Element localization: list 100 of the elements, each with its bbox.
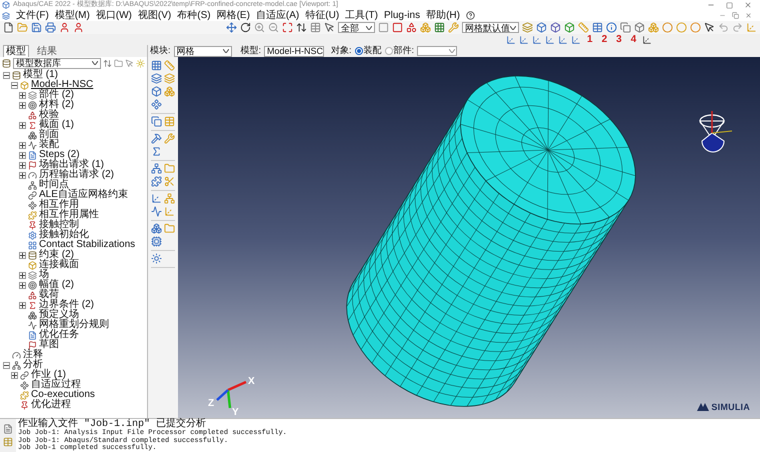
box-icon[interactable] xyxy=(536,22,547,33)
tree-item[interactable]: 连接截面 xyxy=(39,260,79,270)
expand-toggle[interactable] xyxy=(19,142,26,148)
puzzle-icon[interactable] xyxy=(151,176,162,187)
tree-item[interactable]: 相互作用 xyxy=(39,200,79,210)
tree-item[interactable]: 载荷 xyxy=(39,290,59,300)
menu-item[interactable]: Plug-ins xyxy=(384,10,420,21)
tree-item[interactable]: Model-H-NSC xyxy=(31,80,94,90)
tree-item[interactable]: 接触控制 xyxy=(39,220,79,230)
tree-item[interactable]: Co-executions xyxy=(31,390,95,400)
shapes-icon[interactable] xyxy=(406,22,417,33)
grid-icon[interactable] xyxy=(434,22,445,33)
tree-filter-dropdown[interactable]: 模型数据库 xyxy=(13,58,101,68)
table-icon[interactable] xyxy=(592,22,603,33)
circle-icon[interactable] xyxy=(662,22,673,33)
activity-icon[interactable] xyxy=(151,206,162,217)
tree-item[interactable]: 材料 (2) xyxy=(39,100,74,110)
boxes-icon[interactable] xyxy=(151,223,162,234)
collapse-toggle[interactable] xyxy=(3,362,10,368)
database-icon[interactable] xyxy=(2,58,11,68)
tree-item[interactable]: 剖面 xyxy=(39,130,59,140)
expand-toggle[interactable] xyxy=(19,92,26,98)
layers-icon[interactable] xyxy=(151,73,162,84)
menu-item[interactable]: 视口(W) xyxy=(96,10,132,21)
tree-item[interactable]: 历程输出请求 (2) xyxy=(39,170,114,180)
menu-item[interactable]: 布种(S) xyxy=(177,10,211,21)
axis-icon[interactable] xyxy=(151,193,162,204)
tree-item[interactable]: 优化进程 xyxy=(31,400,71,410)
save-icon[interactable] xyxy=(31,22,42,33)
hammer-icon[interactable] xyxy=(151,133,162,144)
selection-filter-dropdown[interactable]: 全部 xyxy=(338,22,375,33)
square-icon[interactable] xyxy=(392,22,403,33)
tree-item[interactable]: Steps (2) xyxy=(39,150,80,160)
tree-item[interactable]: 约束 (2) xyxy=(39,250,74,260)
zoom-out-icon[interactable] xyxy=(268,22,280,33)
person-icon[interactable] xyxy=(59,22,70,33)
tree-item[interactable]: 网格重划分规则 xyxy=(39,320,109,330)
expand-toggle[interactable] xyxy=(19,302,26,308)
person-icon[interactable] xyxy=(73,22,84,33)
square-icon[interactable] xyxy=(378,22,389,33)
tree-item[interactable]: ALE自适应网格约束 xyxy=(39,190,128,200)
sun-icon[interactable] xyxy=(151,253,162,264)
help-icon[interactable] xyxy=(466,11,475,20)
tree-item[interactable]: 场输出请求 (1) xyxy=(39,160,104,170)
copy-icon[interactable] xyxy=(620,22,631,33)
view-axis-icon[interactable] xyxy=(558,34,568,44)
component-icon[interactable] xyxy=(151,99,162,110)
tree-item[interactable]: 作业 (1) xyxy=(31,370,66,380)
arrows-icon[interactable] xyxy=(296,22,308,33)
view-button[interactable]: 3 xyxy=(613,34,625,44)
tree-item[interactable]: 注释 xyxy=(23,350,43,360)
expand-toggle[interactable] xyxy=(19,102,26,108)
box-icon[interactable] xyxy=(151,86,162,97)
pointer-icon[interactable] xyxy=(324,22,336,33)
tree-item[interactable]: 部件 (2) xyxy=(39,90,74,100)
info-icon[interactable] xyxy=(606,22,617,33)
console-icon[interactable] xyxy=(3,437,13,447)
menu-item[interactable]: 工具(T) xyxy=(345,10,378,21)
box-icon[interactable] xyxy=(634,22,645,33)
tree-item[interactable]: 相互作用属性 xyxy=(39,210,99,220)
sort-icon[interactable] xyxy=(103,58,112,68)
menu-app-icon[interactable] xyxy=(2,12,10,20)
tree-item[interactable]: Contact Stabilizations xyxy=(39,240,136,250)
expand-toggle[interactable] xyxy=(11,372,18,378)
collapse-toggle[interactable] xyxy=(3,72,10,78)
panel-tab[interactable]: 模型 xyxy=(3,45,29,57)
box-icon[interactable] xyxy=(550,22,561,33)
radio-button[interactable] xyxy=(354,47,363,55)
view-button[interactable]: 2 xyxy=(598,34,610,44)
expand-toggle[interactable] xyxy=(19,282,26,288)
tree-item[interactable]: 草图 xyxy=(39,340,59,350)
view-button[interactable]: 1 xyxy=(584,34,596,44)
expand-toggle[interactable] xyxy=(19,122,26,128)
menu-item[interactable]: 帮助(H) xyxy=(426,10,460,21)
tree-item[interactable]: 优化任务 xyxy=(39,330,79,340)
module-dropdown[interactable]: 网格 xyxy=(174,46,232,56)
collapse-toggle[interactable] xyxy=(11,82,18,88)
menu-item[interactable]: 视图(V) xyxy=(138,10,172,21)
mesh-defaults-dropdown[interactable]: 网格默认值 xyxy=(462,22,519,33)
expand-toggle[interactable] xyxy=(19,172,26,178)
grid-icon[interactable] xyxy=(151,60,162,71)
tree-item[interactable]: 预定义场 xyxy=(39,310,79,320)
menu-item[interactable]: 自适应(A) xyxy=(256,10,300,21)
copy-icon[interactable] xyxy=(151,116,162,127)
new-file-icon[interactable] xyxy=(3,22,14,33)
tree-item[interactable]: 自适应过程 xyxy=(31,380,81,390)
printer-icon[interactable] xyxy=(45,22,56,33)
tree-item[interactable]: 装配 xyxy=(39,140,59,150)
move-icon[interactable] xyxy=(226,22,238,33)
maximize-icon[interactable] xyxy=(726,2,733,8)
model-dropdown[interactable]: Model-H-NSC xyxy=(264,46,324,56)
tree-item[interactable]: 接触初始化 xyxy=(39,230,89,240)
menu-item[interactable]: 网格(E) xyxy=(216,10,250,21)
view-axis-icon[interactable] xyxy=(532,34,542,44)
view-axis-icon[interactable] xyxy=(642,34,652,44)
close-icon[interactable] xyxy=(744,1,752,9)
view-axis-icon[interactable] xyxy=(545,34,555,44)
view-axis-icon[interactable] xyxy=(571,34,581,44)
expand-toggle[interactable] xyxy=(19,272,26,278)
close-icon[interactable] xyxy=(745,12,752,19)
